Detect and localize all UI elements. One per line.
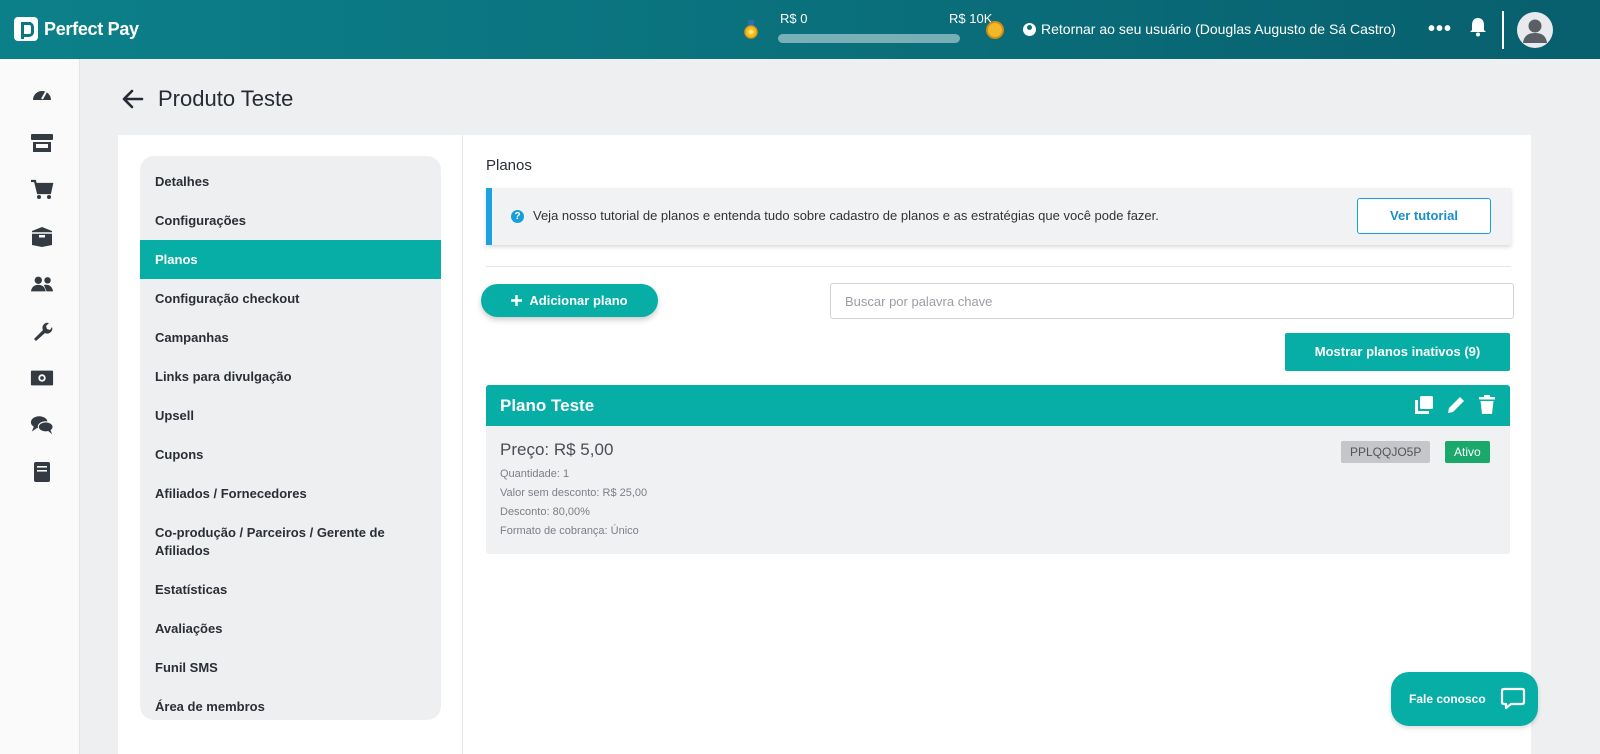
section-title: Planos: [486, 157, 532, 174]
user-circle-icon: [1023, 22, 1036, 36]
nav-item[interactable]: Configuração checkout: [140, 279, 441, 318]
app-logo[interactable]: Perfect Pay: [14, 17, 139, 41]
users-icon[interactable]: [30, 272, 54, 296]
plan-billing-format: Formato de cobrança: Único: [500, 525, 639, 537]
plan-original-value: Valor sem desconto: R$ 25,00: [500, 487, 648, 499]
plan-code-badge: PPLQQJO5P: [1341, 441, 1431, 463]
nav-item[interactable]: Detalhes: [140, 162, 441, 201]
plan-card-header: Plano Teste: [486, 385, 1510, 426]
show-inactive-plans-button[interactable]: Mostrar planos inativos (9): [1285, 333, 1510, 371]
chat-icon[interactable]: [30, 413, 54, 437]
coin-icon: [986, 21, 1004, 39]
avatar[interactable]: [1517, 12, 1553, 48]
product-nav: Detalhes Configurações Planos Configuração …: [140, 156, 441, 720]
progress-track: [778, 34, 960, 43]
plan-discount: Desconto: 80,00%: [500, 506, 590, 518]
page-header: Produto Teste: [122, 86, 293, 112]
plan-quantity: Quantidade: 1: [500, 468, 570, 480]
nav-item[interactable]: Área de membros: [140, 687, 441, 726]
wrench-icon[interactable]: [30, 319, 54, 343]
icon-sidebar: [0, 59, 80, 754]
bell-icon[interactable]: [1469, 17, 1487, 37]
progress-min-label: R$ 0: [780, 11, 808, 26]
box-icon[interactable]: [30, 225, 54, 249]
nav-item[interactable]: Estatísticas: [140, 570, 441, 609]
plan-card: Plano Teste Preço: R$ 5,00 Quantidade: 1…: [486, 385, 1510, 554]
product-panel: Detalhes Configurações Planos Configuração …: [118, 135, 1531, 754]
topbar-divider: [1502, 11, 1504, 49]
nav-item[interactable]: Funil SMS: [140, 648, 441, 687]
edit-icon[interactable]: [1446, 395, 1466, 415]
return-to-user-link[interactable]: Retornar ao seu usuário (Douglas Augusto…: [1023, 21, 1396, 37]
status-badge: Ativo: [1445, 441, 1490, 463]
divider: [486, 266, 1511, 267]
money-icon[interactable]: [30, 366, 54, 390]
duplicate-icon[interactable]: [1414, 395, 1434, 415]
view-tutorial-button[interactable]: Ver tutorial: [1357, 198, 1491, 234]
medal-icon: [744, 20, 758, 39]
revenue-progress: R$ 0 R$ 10K: [744, 10, 1014, 50]
nav-item[interactable]: Avaliações: [140, 609, 441, 648]
contact-us-label: Fale conosco: [1409, 692, 1486, 706]
avatar-placeholder-icon: [1523, 19, 1547, 43]
search-input[interactable]: [830, 283, 1514, 319]
nav-item[interactable]: Configurações: [140, 201, 441, 240]
nav-item[interactable]: Cupons: [140, 435, 441, 474]
logo-mark-icon: [14, 17, 38, 41]
nav-item[interactable]: Planos: [140, 240, 441, 279]
return-to-user-label: Retornar ao seu usuário (Douglas Augusto…: [1041, 21, 1396, 37]
nav-item[interactable]: Afiliados / Fornecedores: [140, 474, 441, 513]
dashboard-icon[interactable]: [30, 84, 54, 108]
nav-item[interactable]: Links para divulgação: [140, 357, 441, 396]
plan-price: Preço: R$ 5,00: [500, 440, 614, 459]
nav-item[interactable]: Co-produção / Parceiros / Gerente de Afi…: [140, 513, 441, 570]
more-options-icon[interactable]: •••: [1428, 18, 1452, 41]
plan-name: Plano Teste: [500, 396, 595, 415]
trash-icon[interactable]: [1477, 395, 1497, 415]
nav-item[interactable]: Upsell: [140, 396, 441, 435]
book-icon[interactable]: [30, 460, 54, 484]
cart-icon[interactable]: [30, 178, 54, 202]
tutorial-banner: ? Veja nosso tutorial de planos e entend…: [486, 188, 1511, 245]
tutorial-text: Veja nosso tutorial de planos e entenda …: [533, 208, 1159, 223]
plus-icon: [511, 295, 523, 306]
question-icon: ?: [511, 210, 524, 223]
app-name: Perfect Pay: [44, 18, 139, 39]
contact-us-button[interactable]: Fale conosco: [1391, 672, 1538, 726]
add-plan-label: Adicionar plano: [529, 293, 628, 308]
progress-max-label: R$ 10K: [949, 11, 993, 26]
back-arrow-icon[interactable]: [122, 88, 144, 110]
plans-section: Planos ? Veja nosso tutorial de planos e…: [481, 135, 1514, 754]
nav-item[interactable]: Campanhas: [140, 318, 441, 357]
store-icon[interactable]: [30, 131, 54, 155]
page-title: Produto Teste: [158, 86, 294, 111]
chat-bubble-icon: [1500, 687, 1525, 710]
add-plan-button[interactable]: Adicionar plano: [481, 284, 658, 317]
top-bar: Perfect Pay R$ 0 R$ 10K Retornar ao seu …: [0, 0, 1600, 59]
panel-divider: [462, 135, 463, 754]
